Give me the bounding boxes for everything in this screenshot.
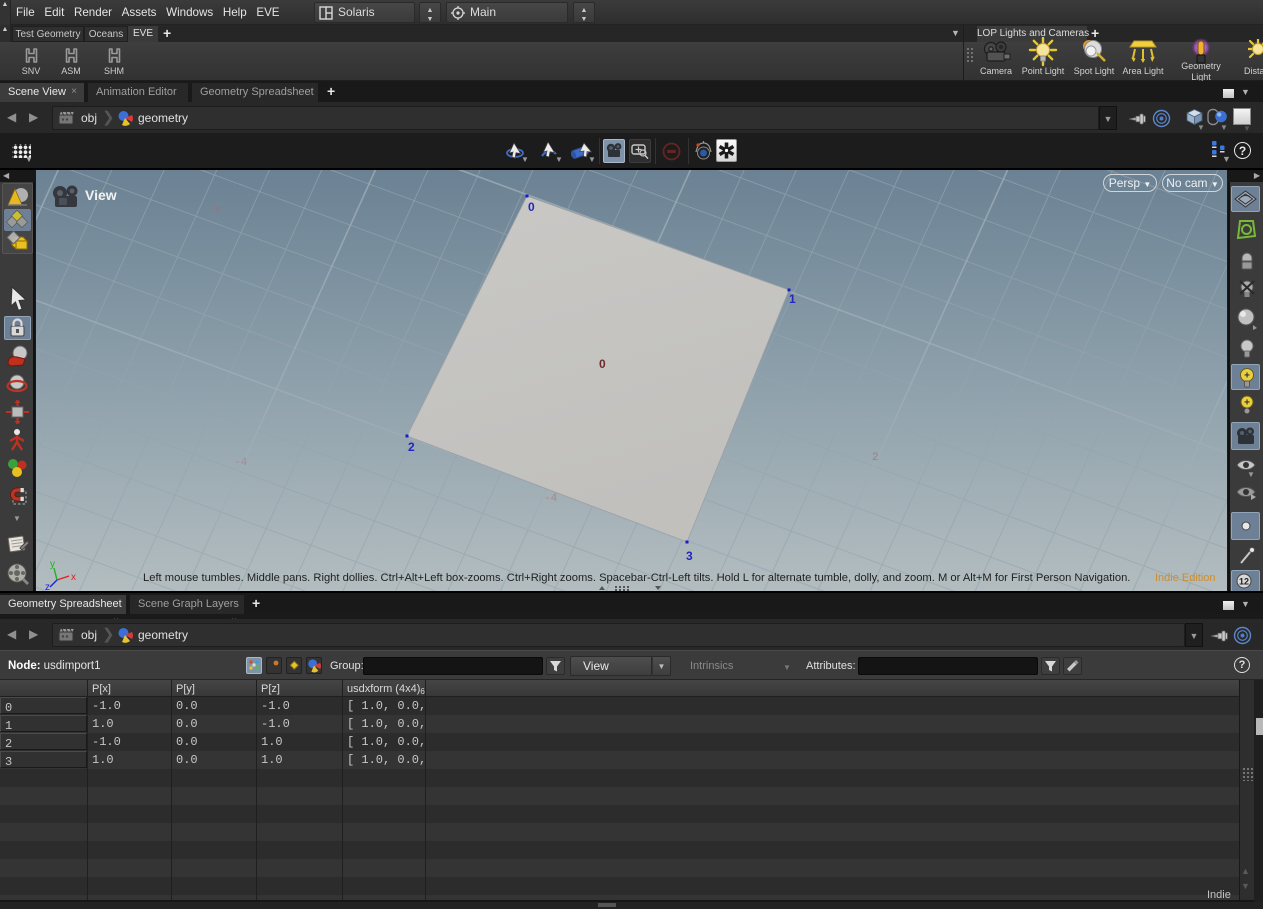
- svg-text:-4: -4: [544, 493, 558, 505]
- svg-text:y: y: [50, 559, 55, 570]
- svg-text:Indie Edition: Indie Edition: [1155, 572, 1216, 584]
- svg-text:+: +: [1244, 371, 1250, 382]
- svg-text:View: View: [85, 187, 117, 203]
- svg-text:3: 3: [686, 549, 693, 563]
- svg-text:2: 2: [872, 452, 879, 464]
- svg-text:z: z: [45, 582, 50, 591]
- svg-text:-3: -3: [209, 205, 221, 216]
- svg-text:12: 12: [1239, 577, 1249, 587]
- svg-text:x: x: [71, 572, 76, 583]
- svg-text:0: 0: [528, 200, 535, 214]
- svg-text:2: 2: [408, 440, 415, 454]
- svg-text:+: +: [1244, 398, 1250, 409]
- svg-text:1: 1: [789, 292, 796, 306]
- svg-text:0: 0: [599, 357, 606, 371]
- svg-text:Left mouse tumbles. Middle pan: Left mouse tumbles. Middle pans. Right d…: [143, 572, 1130, 584]
- svg-text:-4: -4: [234, 457, 248, 469]
